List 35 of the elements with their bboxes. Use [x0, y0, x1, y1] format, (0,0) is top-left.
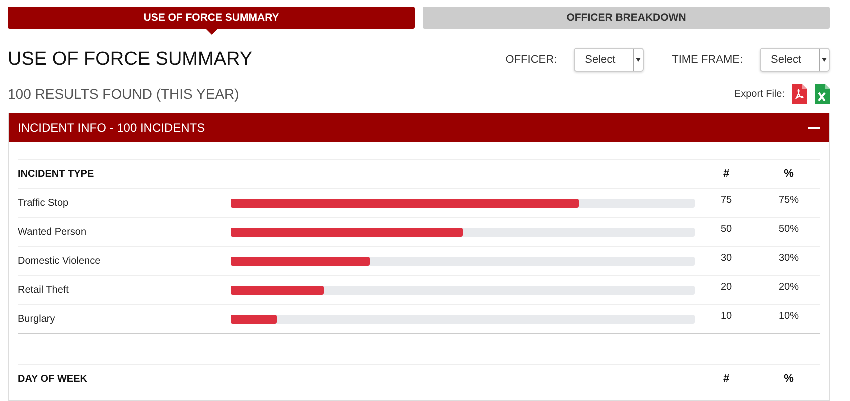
section-heading: DAY OF WEEK	[18, 374, 88, 384]
section-heading: INCIDENT TYPE	[18, 168, 96, 180]
column-header: %	[783, 373, 795, 385]
row-label: Domestic Violence	[18, 256, 102, 266]
row-label: Retail Theft	[18, 284, 70, 296]
count-cell-text: 75	[720, 194, 734, 206]
excel-file-icon[interactable]	[815, 84, 830, 104]
tab[interactable]: OFFICER BREAKDOWN	[423, 7, 830, 29]
percent-cell-text: 20%	[778, 281, 800, 293]
count-cell-text: 10	[720, 310, 734, 322]
select-dropdown[interactable]: Select	[574, 48, 644, 72]
count-cell-text: 30	[720, 252, 734, 264]
count-cell-text: 50	[720, 223, 734, 235]
page-title: USE OF FORCE SUMMARY	[8, 49, 254, 71]
export-label: Export File:	[734, 88, 785, 100]
percent-cell-text: 30%	[778, 252, 800, 264]
row-label: Burglary	[18, 314, 56, 324]
tab-pointer-icon	[206, 29, 218, 35]
pdf-file-icon[interactable]	[792, 84, 807, 104]
filter-label: TIME FRAME:	[672, 54, 743, 66]
column-header: #	[722, 168, 731, 180]
select-dropdown[interactable]: Select	[760, 48, 830, 72]
row-label: Traffic Stop	[18, 198, 70, 208]
results-count: 100 RESULTS FOUND (THIS YEAR)	[8, 86, 240, 102]
percent-cell-text: 75%	[778, 194, 800, 206]
column-header: %	[783, 168, 795, 180]
count-cell-text: 20	[720, 281, 734, 293]
dropdown-arrow-icon	[822, 58, 827, 62]
panel-title: INCIDENT INFO - 100 INCIDENTS	[18, 120, 206, 134]
percent-cell-text: 50%	[778, 223, 800, 235]
row-label: Wanted Person	[18, 226, 88, 238]
column-header: #	[722, 373, 731, 385]
filter-label: OFFICER:	[506, 54, 558, 66]
percent-cell-text: 10%	[778, 310, 800, 322]
dropdown-arrow-icon	[636, 58, 642, 62]
